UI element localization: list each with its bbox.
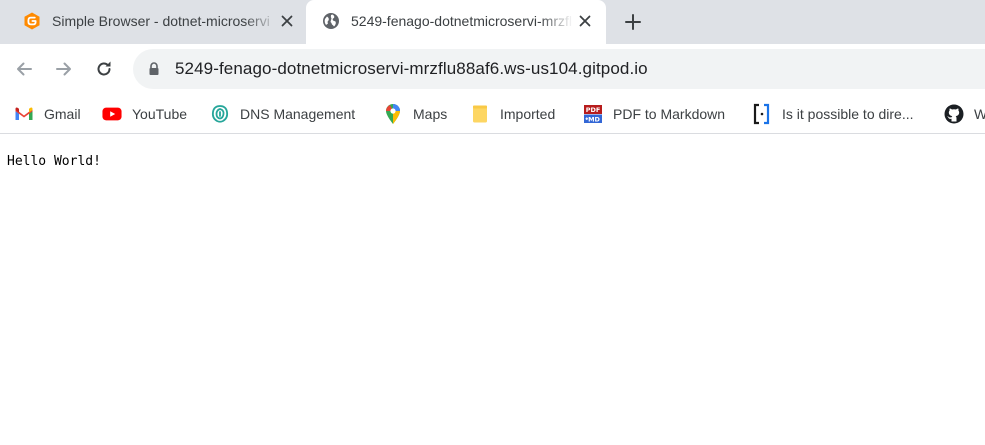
gitpod-logo-icon bbox=[22, 11, 42, 36]
bookmarks-bar: Gmail YouTube DNS Management Maps Import… bbox=[0, 94, 985, 134]
tab-title: 5249-fenago-dotnetmicroservi-mrzflu88af6 bbox=[351, 13, 573, 29]
browser-toolbar: 5249-fenago-dotnetmicroservi-mrzflu88af6… bbox=[0, 44, 985, 94]
bookmark-gmail[interactable]: Gmail bbox=[14, 102, 81, 126]
gmail-icon bbox=[14, 104, 34, 124]
tab-simple-browser[interactable]: Simple Browser - dotnet-microservi bbox=[8, 0, 306, 44]
folder-icon bbox=[470, 104, 490, 124]
bookmark-folder-imported[interactable]: Imported bbox=[470, 102, 555, 126]
close-tab-icon[interactable] bbox=[278, 12, 296, 30]
back-button[interactable] bbox=[11, 56, 37, 82]
page-viewport: Hello World! bbox=[0, 135, 985, 445]
bookmark-label: Maps bbox=[413, 106, 448, 122]
bookmark-label: YouTube bbox=[132, 106, 188, 122]
github-icon bbox=[944, 104, 964, 124]
close-tab-icon[interactable] bbox=[576, 12, 594, 30]
maps-pin-icon bbox=[383, 104, 403, 124]
address-bar[interactable]: 5249-fenago-dotnetmicroservi-mrzflu88af6… bbox=[133, 49, 985, 89]
svg-text:MD: MD bbox=[588, 116, 600, 124]
pdf-md-icon: PDF MD bbox=[583, 104, 603, 124]
globe-icon bbox=[322, 12, 340, 35]
bookmark-github[interactable]: W bbox=[944, 102, 985, 126]
tab-strip: Simple Browser - dotnet-microservi 5249-… bbox=[0, 0, 985, 44]
new-tab-button[interactable] bbox=[621, 10, 645, 34]
bracket-icon bbox=[752, 103, 772, 125]
url-text[interactable]: 5249-fenago-dotnetmicroservi-mrzflu88af6… bbox=[175, 59, 648, 79]
lock-icon[interactable] bbox=[147, 61, 161, 82]
tab-gitpod-app[interactable]: 5249-fenago-dotnetmicroservi-mrzflu88af6 bbox=[306, 0, 606, 44]
youtube-icon bbox=[102, 104, 122, 124]
bookmark-label: PDF to Markdown bbox=[613, 106, 726, 122]
bookmark-label: Imported bbox=[500, 106, 556, 122]
bookmark-is-it-possible[interactable]: Is it possible to dire... bbox=[752, 102, 914, 126]
hello-world-text: Hello World! bbox=[7, 154, 101, 169]
dns-icon bbox=[210, 104, 230, 124]
arrow-left-icon bbox=[17, 62, 32, 76]
reload-icon bbox=[97, 61, 111, 76]
bookmark-pdf-to-markdown[interactable]: PDF MD PDF to Markdown bbox=[583, 102, 725, 126]
bookmark-label: DNS Management bbox=[240, 106, 356, 122]
svg-text:PDF: PDF bbox=[586, 106, 601, 114]
arrow-right-icon bbox=[56, 62, 71, 76]
bookmark-label: Gmail bbox=[44, 106, 81, 122]
forward-button[interactable] bbox=[51, 56, 77, 82]
tab-title: Simple Browser - dotnet-microservi bbox=[52, 13, 270, 29]
bookmark-youtube[interactable]: YouTube bbox=[102, 102, 187, 126]
bookmark-label: W bbox=[974, 106, 985, 122]
reload-button[interactable] bbox=[91, 56, 117, 82]
bookmark-maps[interactable]: Maps bbox=[383, 102, 447, 126]
bookmark-label: Is it possible to dire... bbox=[782, 106, 914, 122]
bookmark-dns-management[interactable]: DNS Management bbox=[210, 102, 355, 126]
plus-icon bbox=[625, 14, 641, 30]
